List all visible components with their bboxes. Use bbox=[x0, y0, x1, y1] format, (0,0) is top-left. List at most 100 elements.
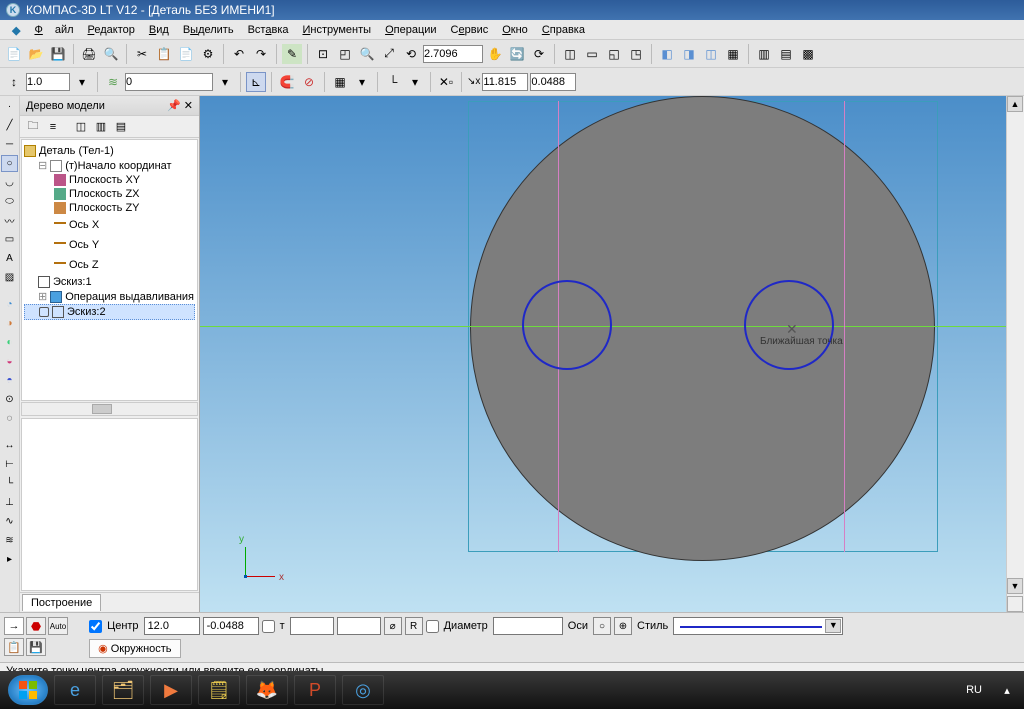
dropdown-icon[interactable]: ▾ bbox=[72, 72, 92, 92]
tool-spline-icon[interactable]: 〰 bbox=[1, 212, 18, 229]
tree-plane-xy[interactable]: Плоскость XY bbox=[24, 173, 195, 187]
tool-arrow-icon[interactable]: ▸ bbox=[1, 551, 18, 568]
tree-btn2-icon[interactable]: ≡ bbox=[44, 118, 62, 136]
zoom-window-icon[interactable]: ◰ bbox=[335, 44, 355, 64]
tree-hscroll[interactable] bbox=[21, 402, 198, 416]
coord-y-input[interactable] bbox=[530, 73, 576, 91]
tab-circle[interactable]: ◉ Окружность bbox=[89, 639, 180, 658]
menu-edit[interactable]: Редактор bbox=[82, 22, 141, 37]
tool-g4-icon[interactable]: ◒ bbox=[1, 353, 18, 370]
tree-sketch1[interactable]: Эскиз:1 bbox=[24, 275, 195, 289]
tool-n1-icon[interactable]: ⊢ bbox=[1, 456, 18, 473]
layer-input[interactable] bbox=[125, 73, 213, 91]
layer-icon[interactable]: ≋ bbox=[103, 72, 123, 92]
taskbar-kompas-icon[interactable]: ◎ bbox=[342, 675, 384, 705]
tree-btn3-icon[interactable]: ◫ bbox=[72, 118, 90, 136]
tool-n5-icon[interactable]: ≋ bbox=[1, 532, 18, 549]
localcs-dd-icon[interactable]: ▾ bbox=[405, 72, 425, 92]
copy-prop-button[interactable]: 📋 bbox=[4, 638, 24, 656]
localcs-icon[interactable]: └ bbox=[383, 72, 403, 92]
diam-toggle-button[interactable]: ⌀ bbox=[384, 617, 402, 635]
tool-arc-icon[interactable]: ◡ bbox=[1, 174, 18, 191]
menu-help[interactable]: Справка bbox=[536, 22, 591, 37]
tree-origin[interactable]: ⊟(т)Начало координат bbox=[24, 158, 195, 173]
grid-dd-icon[interactable]: ▾ bbox=[352, 72, 372, 92]
persp-icon[interactable]: ▥ bbox=[754, 44, 774, 64]
pan-icon[interactable]: ✋ bbox=[485, 44, 505, 64]
view-iso-icon[interactable]: ◫ bbox=[560, 44, 580, 64]
tab-build[interactable]: Построение bbox=[22, 594, 101, 611]
tool-g3-icon[interactable]: ◐ bbox=[1, 334, 18, 351]
snap2-icon[interactable]: ⊘ bbox=[299, 72, 319, 92]
taskbar-firefox-icon[interactable]: 🦊 bbox=[246, 675, 288, 705]
sketch-icon[interactable]: ✎ bbox=[282, 44, 302, 64]
tree-sketch2[interactable]: Эскиз:2 bbox=[24, 304, 195, 320]
view-cube2-icon[interactable]: ◳ bbox=[626, 44, 646, 64]
snap1-icon[interactable]: 🧲 bbox=[277, 72, 297, 92]
zoom-in-icon[interactable]: 🔍 bbox=[357, 44, 377, 64]
taskbar-explorer-icon[interactable]: 🗂 bbox=[102, 675, 144, 705]
grid-icon[interactable]: ▦ bbox=[330, 72, 350, 92]
menu-insert[interactable]: Вставка bbox=[242, 22, 295, 37]
tree-root[interactable]: Деталь (Тел-1) bbox=[24, 144, 195, 158]
tool-g7-icon[interactable]: ◌ bbox=[1, 410, 18, 427]
zoom-prev-icon[interactable]: ⟲ bbox=[401, 44, 421, 64]
menu-file[interactable]: Файл bbox=[28, 22, 79, 37]
auto-button[interactable]: Auto bbox=[48, 617, 68, 635]
open-icon[interactable]: 📂 bbox=[26, 44, 46, 64]
t-check[interactable] bbox=[262, 620, 275, 633]
taskbar-notes-icon[interactable]: 🗒 bbox=[198, 675, 240, 705]
rotate-icon[interactable]: 🔄 bbox=[507, 44, 527, 64]
shade2-icon[interactable]: ◨ bbox=[679, 44, 699, 64]
tool-ellipse-icon[interactable]: ⬭ bbox=[1, 193, 18, 210]
menu-view[interactable]: Вид bbox=[143, 22, 175, 37]
tool-circle-icon[interactable]: ○ bbox=[1, 155, 18, 172]
new-icon[interactable]: 📄 bbox=[4, 44, 24, 64]
tree-plane-zy[interactable]: Плоскость ZY bbox=[24, 201, 195, 215]
scroll-up-icon[interactable]: ▲ bbox=[1007, 96, 1023, 112]
canvas-area[interactable]: ✕ Ближайшая точка x y bbox=[200, 96, 1006, 612]
shade1-icon[interactable]: ◧ bbox=[657, 44, 677, 64]
taskbar-lang[interactable]: RU bbox=[956, 684, 992, 696]
t1-input[interactable] bbox=[290, 617, 334, 635]
hidden-icon[interactable]: ▦ bbox=[723, 44, 743, 64]
zoom-scale-icon[interactable]: ⤢ bbox=[379, 44, 399, 64]
tool-n3-icon[interactable]: ⊥ bbox=[1, 494, 18, 511]
menu-select[interactable]: Выделить bbox=[177, 22, 240, 37]
canvas-vscroll[interactable]: ▲ ▼ bbox=[1006, 96, 1024, 612]
ortho-icon[interactable]: ⊾ bbox=[246, 72, 266, 92]
tree-btn1-icon[interactable]: 🗀 bbox=[24, 118, 42, 136]
circle-1[interactable] bbox=[522, 280, 612, 370]
tree-axis-z[interactable]: Ось Z bbox=[24, 255, 195, 275]
taskbar-tray-icon[interactable]: ▴ bbox=[998, 675, 1016, 705]
scroll-down-icon[interactable]: ▼ bbox=[1007, 578, 1023, 594]
taskbar-ie-icon[interactable]: e bbox=[54, 675, 96, 705]
redo-icon[interactable]: ↷ bbox=[251, 44, 271, 64]
center-fixed-check[interactable] bbox=[89, 620, 102, 633]
axes-off-button[interactable]: ○ bbox=[593, 617, 611, 635]
scale-input[interactable] bbox=[423, 45, 483, 63]
chevron-down-icon[interactable]: ▼ bbox=[825, 619, 841, 633]
tool-point-icon[interactable]: · bbox=[1, 98, 18, 115]
step-icon[interactable]: ↕ bbox=[4, 72, 24, 92]
tool-aux-icon[interactable]: ╱ bbox=[1, 117, 18, 134]
pin-icon[interactable]: 📌 bbox=[167, 100, 181, 112]
view-cube1-icon[interactable]: ◱ bbox=[604, 44, 624, 64]
wire-icon[interactable]: ◫ bbox=[701, 44, 721, 64]
paste-icon[interactable]: 📄 bbox=[176, 44, 196, 64]
center-x-input[interactable] bbox=[144, 617, 200, 635]
undo-icon[interactable]: ↶ bbox=[229, 44, 249, 64]
model-tree[interactable]: Деталь (Тел-1) ⊟(т)Начало координат Плос… bbox=[21, 139, 198, 401]
snap-point-icon[interactable]: ✕▫ bbox=[436, 72, 456, 92]
start-button[interactable] bbox=[8, 675, 48, 705]
taskbar-ppt-icon[interactable]: P bbox=[294, 675, 336, 705]
tool-line-icon[interactable]: ─ bbox=[1, 136, 18, 153]
tool-text-icon[interactable]: A bbox=[1, 250, 18, 267]
refresh-icon[interactable]: ⟳ bbox=[529, 44, 549, 64]
preview-icon[interactable]: 🔍 bbox=[101, 44, 121, 64]
tool-g6-icon[interactable]: ⊙ bbox=[1, 391, 18, 408]
tree-btn4-icon[interactable]: ▥ bbox=[92, 118, 110, 136]
taskbar-media-icon[interactable]: ▶ bbox=[150, 675, 192, 705]
close-icon[interactable]: ✕ bbox=[184, 100, 193, 112]
tool-n2-icon[interactable]: └ bbox=[1, 475, 18, 492]
